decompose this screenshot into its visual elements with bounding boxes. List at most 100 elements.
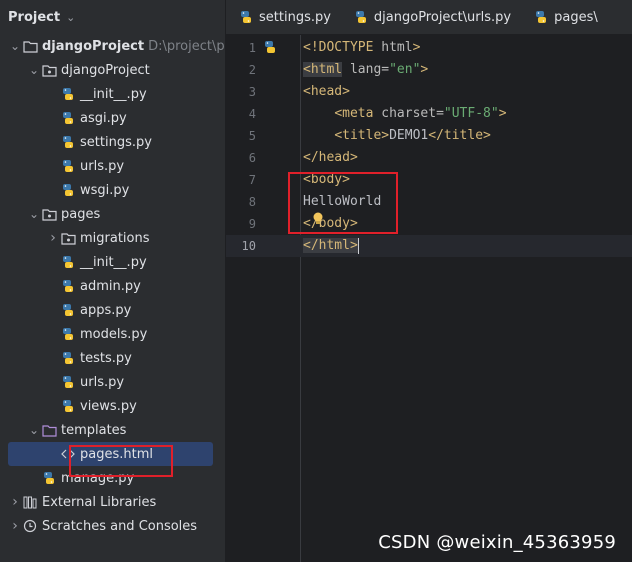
tree-item-label: urls.py [80, 158, 125, 174]
tree-item-label: migrations [80, 230, 150, 246]
tree-item-djangoproject[interactable]: ⌄ djangoProjectD:\project\pyt [0, 34, 225, 58]
tree-item-external-libraries[interactable]: › External Libraries [0, 490, 225, 514]
tree-item-apps-py[interactable]: apps.py [0, 298, 225, 322]
tree-item-manage-py[interactable]: manage.py [0, 466, 225, 490]
line-number: 5 [248, 129, 256, 143]
package-folder-icon [60, 230, 76, 246]
code-token: lang= [342, 62, 390, 77]
python-file-icon [60, 398, 76, 414]
tree-item-templates[interactable]: ⌄ templates [0, 418, 225, 442]
watermark-text: CSDN @weixin_45363959 [378, 532, 616, 553]
folder-icon [22, 38, 38, 54]
code-token: "en" [389, 62, 421, 77]
tree-item-label: pages [61, 206, 101, 222]
project-tree: ⌄djangoProjectD:\project\pyt⌄djangoProje… [0, 34, 225, 538]
python-file-icon [60, 86, 76, 102]
editor-tab[interactable]: djangoProject\urls.py [341, 0, 521, 34]
chevron-right-icon[interactable]: › [8, 518, 22, 534]
code-token: </title> [428, 128, 491, 143]
code-text: <html lang="en"> [303, 59, 428, 81]
chevron-right-icon[interactable]: › [8, 494, 22, 510]
tree-item-scratches-and-consoles[interactable]: › Scratches and Consoles [0, 514, 225, 538]
chevron-down-icon[interactable]: ⌄ [27, 423, 41, 437]
code-text: <head> [303, 81, 350, 103]
code-token: html [381, 40, 413, 55]
tree-item-init-py[interactable]: __init__.py [0, 82, 225, 106]
tree-item-settings-py[interactable]: settings.py [0, 130, 225, 154]
code-line[interactable]: 7 <body> [226, 169, 632, 191]
line-number: 1 [248, 41, 256, 55]
project-path: D:\project\pyt [148, 38, 225, 54]
chevron-down-icon[interactable]: ⌄ [27, 63, 41, 77]
code-token: charset= [381, 106, 444, 121]
chevron-right-icon[interactable]: › [46, 230, 60, 246]
code-line[interactable]: 1 <!DOCTYPE html> [226, 37, 632, 59]
code-token: <!DOCTYPE [303, 40, 382, 55]
code-token: HelloWorld [303, 194, 382, 209]
tree-item-tests-py[interactable]: tests.py [0, 346, 225, 370]
editor-tab[interactable]: settings.py [226, 0, 341, 34]
tree-item-label: models.py [80, 326, 148, 342]
tree-item-asgi-py[interactable]: asgi.py [0, 106, 225, 130]
project-panel-header[interactable]: Project ⌄ [0, 0, 225, 34]
line-number: 2 [248, 63, 256, 77]
python-file-icon [60, 134, 76, 150]
external-libraries-icon [22, 494, 38, 510]
line-number: 4 [248, 107, 256, 121]
code-text: <body> [303, 169, 350, 191]
chevron-down-icon[interactable]: ⌄ [27, 207, 41, 221]
code-line[interactable]: 4 <meta charset="UTF-8"> [226, 103, 632, 125]
editor-tab[interactable]: pages\ [521, 0, 608, 34]
python-file-icon [60, 326, 76, 342]
code-line[interactable]: 5 <title>DEMO1</title> [226, 125, 632, 147]
code-text: </head> [303, 147, 358, 169]
tree-item-djangoproject[interactable]: ⌄ djangoProject [0, 58, 225, 82]
tree-item-views-py[interactable]: views.py [0, 394, 225, 418]
code-line[interactable]: 2 <html lang="en"> [226, 59, 632, 81]
tree-item-urls-py[interactable]: urls.py [0, 370, 225, 394]
tree-item-label: tests.py [80, 350, 132, 366]
code-line[interactable]: 9 </body> [226, 213, 632, 235]
chevron-down-icon[interactable]: ⌄ [8, 39, 22, 53]
code-area[interactable]: 1 <!DOCTYPE html> 2 <html lang="en"> 3 <head>… [226, 35, 632, 562]
tree-item-label: manage.py [61, 470, 135, 486]
tree-item-pages[interactable]: ⌄ pages [0, 202, 225, 226]
code-text: </html> [303, 235, 359, 257]
tree-item-label: djangoProject [42, 38, 145, 54]
code-token: <meta [334, 106, 382, 121]
tree-item-label: djangoProject [61, 62, 150, 78]
code-token: <head> [303, 84, 350, 99]
tree-item-label: asgi.py [80, 110, 127, 126]
tree-item-init-py[interactable]: __init__.py [0, 250, 225, 274]
tree-item-models-py[interactable]: models.py [0, 322, 225, 346]
project-panel-title: Project [8, 9, 61, 25]
python-file-icon [60, 182, 76, 198]
code-token: > [498, 106, 507, 121]
tree-item-wsgi-py[interactable]: wsgi.py [0, 178, 225, 202]
tree-item-admin-py[interactable]: admin.py [0, 274, 225, 298]
line-number: 7 [248, 173, 256, 187]
code-token: </html> [303, 238, 358, 253]
code-line[interactable]: 6 </head> [226, 147, 632, 169]
code-token: DEMO1 [389, 128, 429, 143]
code-token: <body> [303, 172, 350, 187]
line-number: 8 [248, 195, 256, 209]
scratches-icon [22, 518, 38, 534]
code-line[interactable]: 10 </html> [226, 235, 632, 257]
tree-item-label: templates [61, 422, 127, 438]
tree-item-pages-html[interactable]: pages.html [8, 442, 213, 466]
chevron-down-icon[interactable]: ⌄ [66, 11, 75, 24]
code-line[interactable]: 3 <head> [226, 81, 632, 103]
lightbulb-icon[interactable] [312, 212, 324, 230]
html-file-icon [60, 446, 76, 462]
editor-pane: settings.py djangoProject\urls.py pages\ 1… [226, 0, 632, 562]
python-file-icon [60, 374, 76, 390]
code-text: HelloWorld [303, 191, 381, 213]
code-text: <!DOCTYPE html> [303, 37, 420, 59]
python-file-icon [60, 110, 76, 126]
tree-item-migrations[interactable]: › migrations [0, 226, 225, 250]
code-line[interactable]: 8 HelloWorld [226, 191, 632, 213]
tree-item-urls-py[interactable]: urls.py [0, 154, 225, 178]
tree-item-label: apps.py [80, 302, 132, 318]
editor-tab-label: settings.py [259, 9, 331, 25]
